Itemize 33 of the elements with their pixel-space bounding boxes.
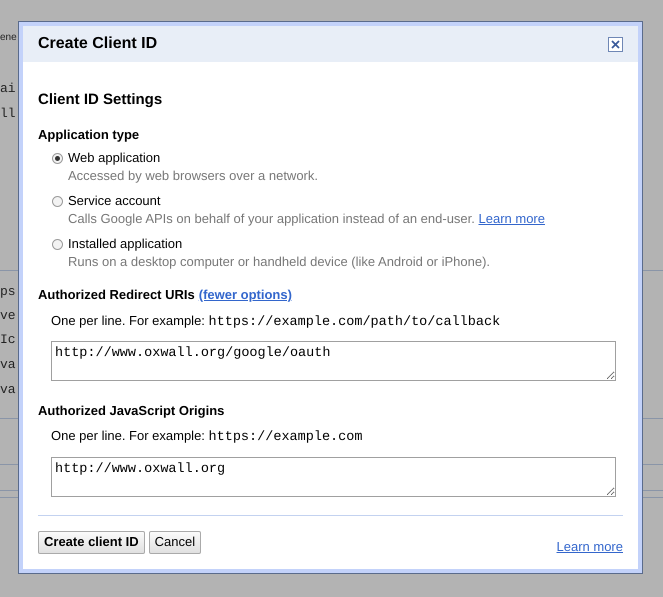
section-label: Authorized Redirect URIs [38,286,195,304]
section-label: Application type [38,126,140,144]
option-description: Calls Google APIs on behalf of your application instead of an end-user. Learn more [68,211,545,227]
background-text: va [0,382,16,398]
option-description: Runs on a desktop computer or handheld device (like Android or iPhone). [68,254,490,270]
field-hint: One per line. For example: https://example.com [51,427,364,448]
background-text: ai [0,81,16,97]
radio-button[interactable] [52,153,63,164]
background-text: Ic [0,332,16,348]
cancel-button[interactable]: Cancel [148,530,202,554]
uri-field[interactable]: http://www.oxwall.org/google/oauth [51,340,616,381]
section-title: Client ID Settings [38,90,164,110]
background-text: ve [0,308,16,324]
section-label: Authorized JavaScript Origins [38,402,226,420]
learn-more-link[interactable]: Learn more [478,211,545,226]
background-text: ll [0,106,16,122]
learn-more-link[interactable]: Learn more [556,537,623,556]
radio-button[interactable] [52,196,63,207]
close-button[interactable] [608,36,623,52]
background-text: ene [0,31,17,45]
option-label: Web application [68,150,162,166]
close-icon [611,40,620,48]
option-description: Accessed by web browsers over a network. [68,168,318,184]
radio-button[interactable] [52,239,63,250]
option-label: Service account [68,193,162,209]
uri-field[interactable]: http://www.oxwall.org [51,456,616,496]
option-label: Installed application [68,236,184,252]
create-button[interactable]: Create client ID [38,530,145,554]
fewer-options-link[interactable]: (fewer options) [198,285,292,304]
background-text: ps [0,284,16,300]
background-text: va [0,357,16,373]
dialog-title: Create Client ID [38,34,158,54]
field-hint: One per line. For example: https://example.com/path/to/callback [51,312,502,332]
